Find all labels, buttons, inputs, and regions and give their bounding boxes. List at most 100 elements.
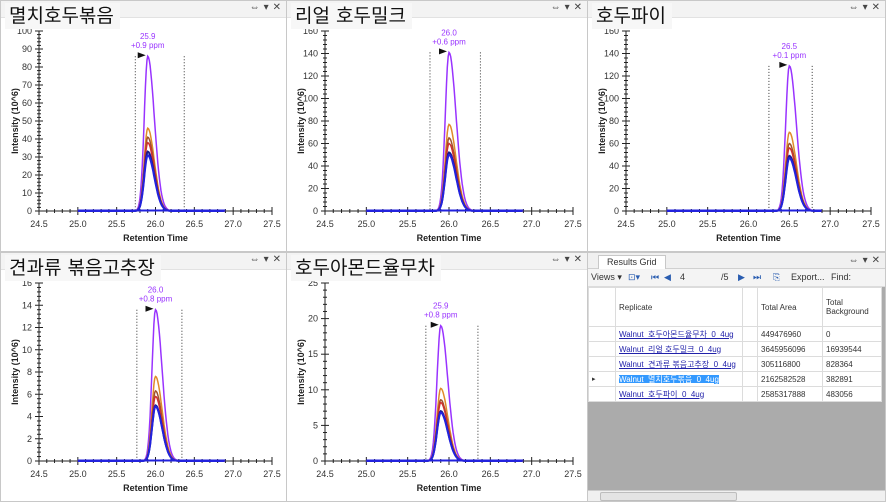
replicate-cell[interactable]: Walnut_리얼 호두밀크_0_4ug — [615, 341, 743, 357]
total-area-cell: 2585317888 — [757, 386, 823, 402]
chart-title: 호두아몬드율무차 — [291, 255, 441, 281]
dropdown-icon[interactable]: ▾ — [264, 2, 270, 13]
y-tick-label: 30 — [22, 152, 32, 162]
views-dropdown[interactable]: Views ▾ — [591, 272, 622, 283]
y-tick-label: 4 — [27, 412, 32, 422]
x-tick-label: 25.5 — [699, 219, 717, 229]
peak-marker-icon — [439, 48, 447, 55]
row-indicator[interactable]: ▸ — [588, 371, 616, 387]
peak-rt-label: 26.0 — [148, 286, 164, 295]
x-tick-label: 24.5 — [316, 219, 334, 229]
total-area-cell: 3645956096 — [757, 341, 823, 357]
close-icon[interactable]: ✕ — [872, 2, 881, 13]
peak-marker-icon — [430, 321, 439, 328]
y-tick-label: 6 — [27, 389, 32, 399]
row-indicator[interactable] — [588, 356, 616, 372]
table-row[interactable]: Walnut_리얼 호두밀크_0_4ug 3645956096 16939544 — [588, 341, 882, 357]
tab-results-grid[interactable]: Results Grid — [598, 255, 666, 269]
y-tick-label: 0 — [313, 456, 318, 466]
x-tick-label: 25.0 — [69, 469, 87, 479]
replicate-link[interactable]: Walnut_호두아몬드율무차_0_4ug — [619, 330, 734, 339]
col-replicate[interactable]: Replicate — [615, 287, 743, 327]
y-axis-label: Intensity (10^6) — [10, 339, 20, 405]
chart-title: 멸치호두볶음 — [5, 3, 120, 29]
x-tick-label: 27.5 — [564, 469, 582, 479]
close-icon[interactable]: ✕ — [574, 2, 583, 13]
panel-controls: ⇔ ▾ ✕ — [551, 2, 583, 13]
results-grid-panel: Results Grid ⇔ ▾ ✕ Views ▾ ⊡▾ ⏮ ◀ 4 /5 ▶ ⏭… — [587, 252, 886, 502]
table-row[interactable]: Walnut_호두파이_0_4ug 2585317888 483056 — [588, 386, 882, 402]
y-tick-label: 2 — [27, 434, 32, 444]
replicate-cell[interactable]: Walnut_멸치호두볶음_0_4ug — [615, 371, 743, 387]
x-tick-label: 25.0 — [658, 219, 676, 229]
column-settings-icon[interactable]: ⊡▾ — [628, 272, 640, 283]
close-icon[interactable]: ✕ — [273, 2, 282, 13]
y-tick-label: 0 — [27, 456, 32, 466]
dropdown-icon[interactable]: ▾ — [863, 2, 869, 13]
y-tick-label: 10 — [22, 345, 32, 355]
y-tick-label: 60 — [308, 139, 318, 149]
prev-page-icon[interactable]: ◀ — [664, 272, 671, 283]
spacer-cell — [742, 341, 758, 357]
y-tick-label: 20 — [308, 314, 318, 324]
scrollbar-thumb[interactable] — [600, 492, 737, 501]
next-page-icon[interactable]: ▶ — [738, 272, 745, 283]
replicate-link[interactable]: Walnut_호두파이_0_4ug — [619, 390, 704, 399]
pin-icon[interactable]: ⇔ — [849, 255, 860, 266]
trace-red — [666, 147, 822, 212]
x-axis-label: Retention Time — [716, 233, 781, 243]
dropdown-icon[interactable]: ▾ — [264, 254, 270, 265]
chart-title: 견과류 볶음고추장 — [5, 255, 161, 281]
col-total-area[interactable]: Total Area — [757, 287, 823, 327]
y-axis-label: Intensity (10^6) — [597, 88, 607, 154]
pin-icon[interactable]: ⇔ — [551, 254, 562, 265]
results-grid-toolbar: Views ▾ ⊡▾ ⏮ ◀ 4 /5 ▶ ⏭ ⎘ Export... Find… — [588, 269, 885, 287]
panel-controls: ⇔ ▾ ✕ — [849, 255, 881, 266]
replicate-link[interactable]: Walnut_리얼 호두밀크_0_4ug — [619, 345, 721, 354]
trace-orange — [77, 126, 225, 212]
x-axis-label: Retention Time — [123, 483, 188, 493]
y-tick-label: 0 — [27, 206, 32, 216]
page-input[interactable]: 4 — [680, 272, 685, 282]
horizontal-scrollbar[interactable] — [588, 490, 885, 501]
dropdown-icon[interactable]: ▾ — [863, 255, 869, 266]
pin-icon[interactable]: ⇔ — [250, 2, 261, 13]
y-tick-label: 40 — [308, 161, 318, 171]
pin-icon[interactable]: ⇔ — [551, 2, 562, 13]
close-icon[interactable]: ✕ — [872, 255, 881, 266]
replicate-cell[interactable]: Walnut_견과류 볶음고추장_0_4ug — [615, 356, 743, 372]
pin-icon[interactable]: ⇔ — [849, 2, 860, 13]
ppm-label: +0.8 ppm — [424, 311, 458, 320]
y-tick-label: 20 — [609, 184, 619, 194]
y-tick-label: 8 — [27, 367, 32, 377]
table-row[interactable]: Walnut_견과류 볶음고추장_0_4ug 305116800 828364 — [588, 356, 882, 372]
replicate-cell[interactable]: Walnut_호두파이_0_4ug — [615, 386, 743, 402]
x-tick-label: 24.5 — [30, 219, 48, 229]
last-page-icon[interactable]: ⏭ — [753, 272, 761, 283]
row-indicator[interactable] — [588, 326, 616, 342]
col-spacer — [742, 287, 758, 327]
replicate-link[interactable]: Walnut_멸치호두볶음_0_4ug — [619, 374, 719, 384]
x-tick-label: 27.0 — [224, 219, 242, 229]
table-row[interactable]: ▸ Walnut_멸치호두볶음_0_4ug 2162582528 382891 — [588, 371, 882, 387]
export-button[interactable]: Export... — [791, 272, 825, 282]
x-tick-label: 24.5 — [316, 469, 334, 479]
x-tick-label: 25.5 — [108, 219, 126, 229]
pin-icon[interactable]: ⇔ — [250, 254, 261, 265]
y-tick-label: 40 — [22, 134, 32, 144]
first-page-icon[interactable]: ⏮ — [651, 272, 659, 283]
close-icon[interactable]: ✕ — [574, 254, 583, 265]
results-grid-tabbar: Results Grid ⇔ ▾ ✕ — [588, 253, 885, 269]
table-row[interactable]: Walnut_호두아몬드율무차_0_4ug 449476960 0 — [588, 326, 882, 342]
replicate-cell[interactable]: Walnut_호두아몬드율무차_0_4ug — [615, 326, 743, 342]
col-total-background[interactable]: Total Background — [822, 287, 882, 327]
dropdown-icon[interactable]: ▾ — [565, 254, 571, 265]
row-indicator[interactable] — [588, 386, 616, 402]
y-tick-label: 140 — [303, 49, 318, 59]
close-icon[interactable]: ✕ — [273, 254, 282, 265]
dropdown-icon[interactable]: ▾ — [565, 2, 571, 13]
x-tick-label: 26.0 — [147, 469, 165, 479]
row-indicator[interactable] — [588, 341, 616, 357]
x-axis-label: Retention Time — [417, 233, 482, 243]
replicate-link[interactable]: Walnut_견과류 볶음고추장_0_4ug — [619, 360, 736, 369]
